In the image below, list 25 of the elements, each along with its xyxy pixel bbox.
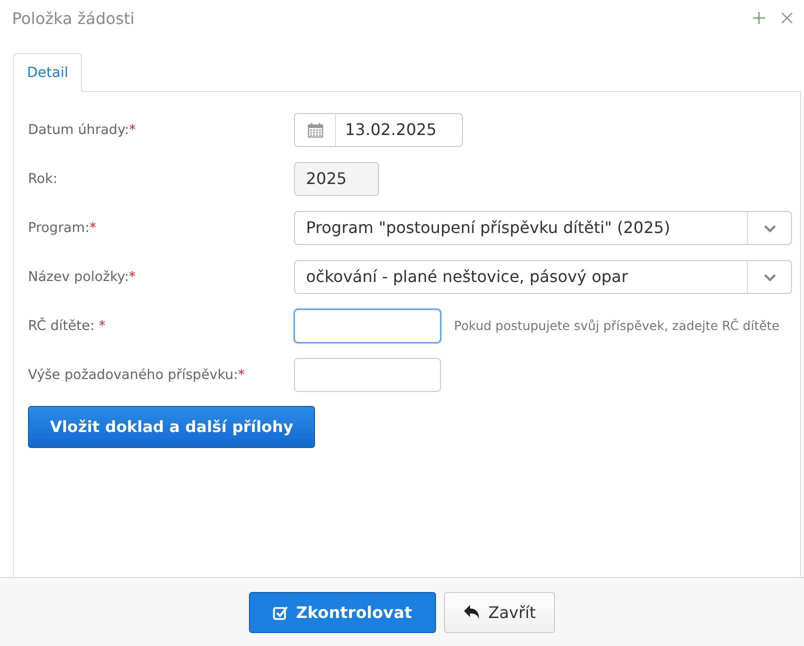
field-label: Datum úhrady:* <box>28 122 137 138</box>
attach-button[interactable]: Vložit doklad a další přílohy <box>28 406 316 448</box>
tab[interactable]: Detail <box>13 53 82 92</box>
calendar-icon <box>306 122 324 138</box>
dropdown[interactable]: očkování - plané neštovice, pásový opar <box>294 260 792 294</box>
field-label: Výše požadovaného příspěvku:* <box>28 366 246 382</box>
year-field: 2025 <box>294 162 379 196</box>
checkbox-icon <box>272 604 288 620</box>
field-label: Rok: <box>28 170 58 186</box>
close-button[interactable]: Zavřít <box>444 592 555 632</box>
date-field[interactable]: 13.02.2025 <box>294 112 463 146</box>
field-label: Název položky:* <box>28 268 137 284</box>
input-field[interactable] <box>294 308 441 342</box>
input-field[interactable] <box>294 358 441 392</box>
close-icon[interactable] <box>780 11 794 25</box>
plus-icon[interactable] <box>752 11 766 25</box>
hint-text: Pokud postupujete svůj příspěvek, zadejte RČ dítěte <box>454 318 780 333</box>
chevron-down-icon <box>762 222 776 232</box>
field-label: RČ dítěte: * <box>28 318 107 334</box>
dropdown[interactable]: Program "postoupení příspěvku dítěti" (2025) <box>294 210 792 244</box>
check-button[interactable]: Zkontrolovat <box>249 592 436 632</box>
reply-arrow-icon <box>463 604 480 620</box>
field-label: Program:* <box>28 220 98 236</box>
chevron-down-icon <box>762 272 776 282</box>
window-title: Položka žádosti <box>12 8 136 28</box>
